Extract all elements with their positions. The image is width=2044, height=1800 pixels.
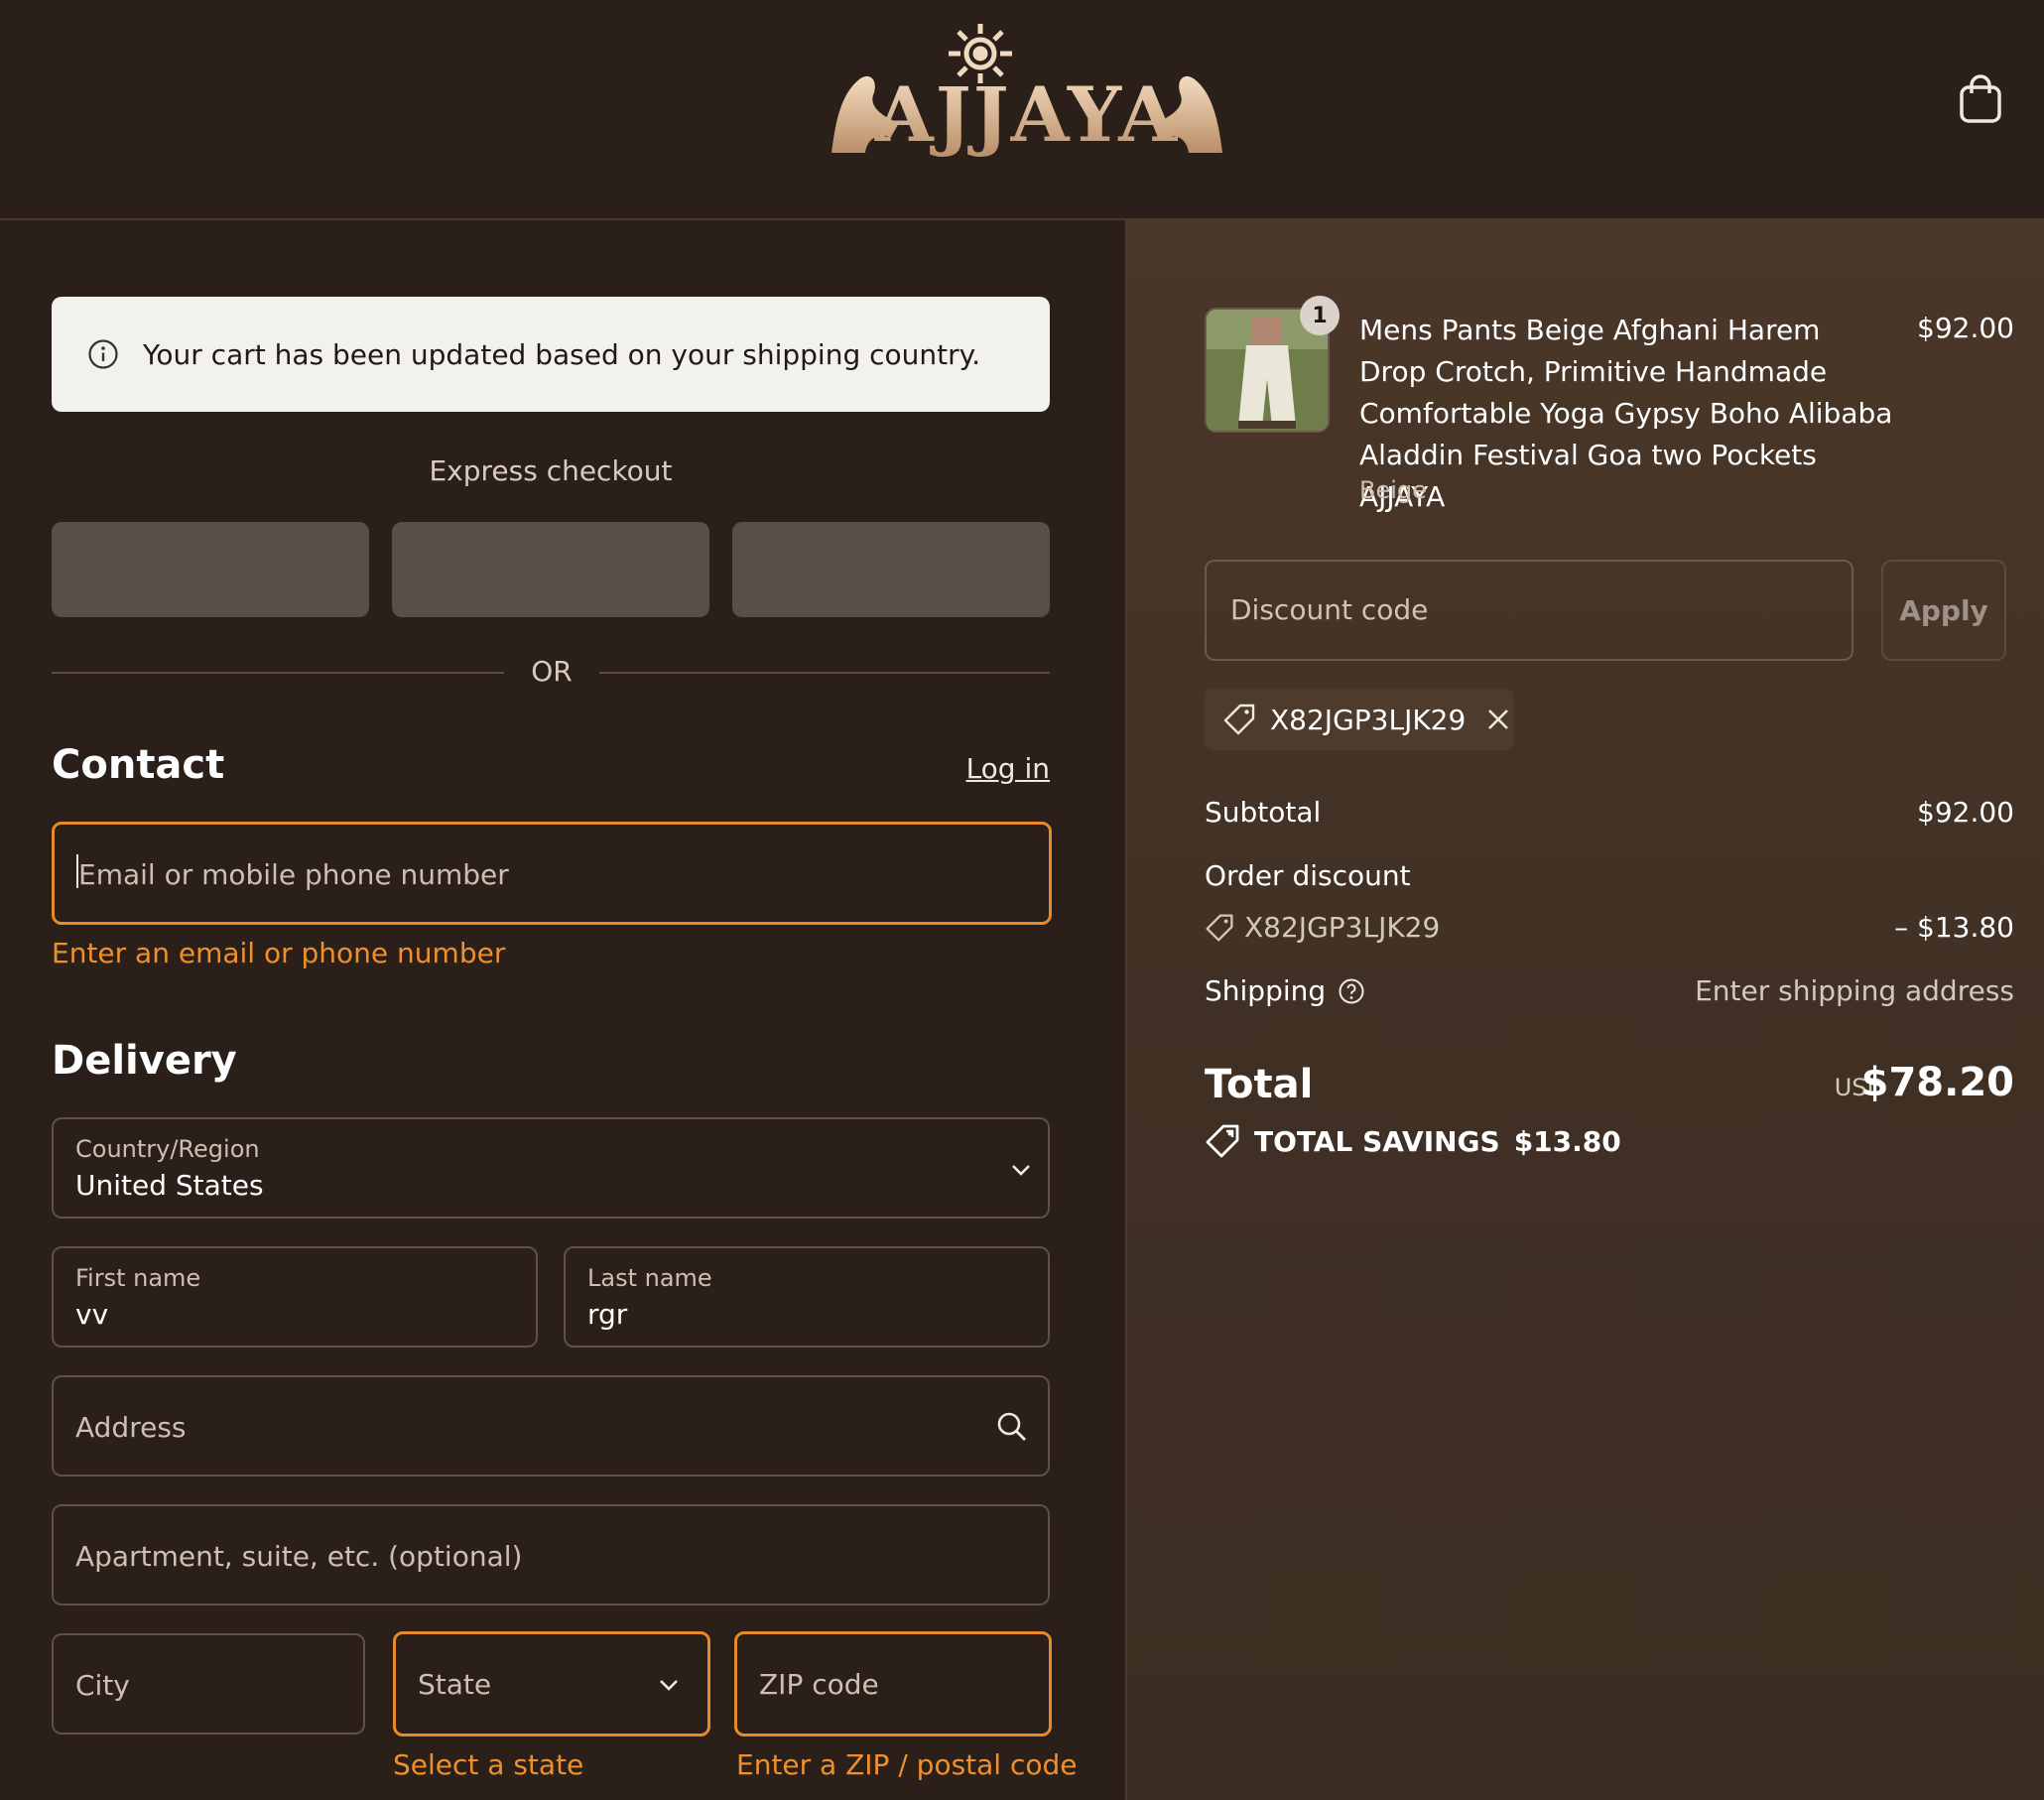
zip-error: Enter a ZIP / postal code [736, 1748, 1078, 1781]
total-label: Total [1205, 1062, 1314, 1107]
order-discount-code: X82JGP3LJK29 [1244, 911, 1441, 944]
divider-right [599, 672, 1050, 674]
savings-label: TOTAL SAVINGS [1254, 1124, 1500, 1158]
shipping-row: Shipping [1205, 974, 1365, 1007]
brand-logo[interactable]: AJJAYA [814, 14, 1240, 183]
last-name-label: Last name [587, 1264, 712, 1292]
email-placeholder: Email or mobile phone number [78, 858, 509, 891]
first-name-label: First name [75, 1264, 201, 1292]
site-header: AJJAYA [0, 0, 2044, 220]
help-icon[interactable] [1338, 977, 1365, 1005]
banner-text: Your cart has been updated based on your… [143, 337, 981, 371]
zip-field[interactable]: ZIP code [734, 1631, 1052, 1736]
address-placeholder: Address [75, 1411, 187, 1444]
first-name-value: vv [75, 1298, 109, 1331]
email-error: Enter an email or phone number [52, 937, 506, 969]
total-amount: $78.20 [1860, 1060, 2014, 1105]
or-separator: OR [531, 655, 573, 688]
discount-code-input[interactable]: Discount code [1205, 560, 1853, 661]
login-link[interactable]: Log in [923, 752, 1050, 785]
delivery-heading: Delivery [52, 1038, 237, 1084]
product-variant: Beige [1359, 476, 1427, 504]
applied-code-text: X82JGP3LJK29 [1270, 703, 1467, 736]
shipping-value: Enter shipping address [1695, 974, 2014, 1007]
order-summary-column: 1 Mens Pants Beige Afghani Harem Drop Cr… [1125, 220, 2044, 1800]
shopping-bag-icon[interactable] [1957, 73, 2004, 125]
subtotal-label: Subtotal [1205, 796, 1322, 829]
first-name-field[interactable]: First name vv [52, 1246, 538, 1348]
state-placeholder: State [418, 1668, 492, 1701]
state-error: Select a state [393, 1748, 584, 1781]
express-pay-button-1[interactable] [52, 522, 369, 617]
svg-text:AJJAYA: AJJAYA [874, 70, 1179, 159]
order-discount-label: Order discount [1205, 859, 1411, 892]
search-icon[interactable] [996, 1411, 1028, 1443]
order-discount-code-row: X82JGP3LJK29 [1205, 911, 1440, 944]
email-field[interactable]: Email or mobile phone number [52, 822, 1052, 925]
tag-icon [1206, 914, 1233, 941]
subtotal-value: $92.00 [1917, 796, 2014, 829]
apply-button[interactable]: Apply [1881, 560, 2006, 661]
country-value: United States [75, 1169, 264, 1202]
product-price: $92.00 [1917, 312, 2014, 344]
city-field[interactable]: City [52, 1633, 365, 1735]
chevron-down-icon [1012, 1165, 1030, 1176]
checkout-form-column: Your cart has been updated based on your… [0, 220, 1125, 1800]
tag-icon [1223, 704, 1255, 735]
info-icon [88, 339, 118, 369]
address-field[interactable]: Address [52, 1375, 1050, 1477]
express-checkout-label: Express checkout [429, 454, 673, 487]
total-savings: TOTAL SAVINGS $13.80 [1205, 1123, 1621, 1159]
savings-amount: $13.80 [1513, 1124, 1621, 1158]
cart-updated-banner: Your cart has been updated based on your… [52, 297, 1050, 412]
tag-icon [1206, 1124, 1239, 1158]
last-name-value: rgr [587, 1298, 628, 1331]
apartment-field[interactable]: Apartment, suite, etc. (optional) [52, 1504, 1050, 1606]
zip-placeholder: ZIP code [759, 1668, 879, 1701]
chevron-down-icon [660, 1680, 678, 1691]
discount-placeholder: Discount code [1230, 593, 1429, 626]
state-select[interactable]: State [393, 1631, 710, 1736]
contact-heading: Contact [52, 742, 225, 788]
city-placeholder: City [75, 1669, 130, 1702]
country-label: Country/Region [75, 1135, 260, 1163]
country-select[interactable]: Country/Region United States [52, 1117, 1050, 1219]
order-discount-value: – $13.80 [1894, 911, 2014, 944]
apartment-placeholder: Apartment, suite, etc. (optional) [75, 1540, 523, 1573]
product-title: Mens Pants Beige Afghani Harem Drop Crot… [1359, 314, 1893, 513]
applied-discount-chip: X82JGP3LJK29 [1205, 689, 1514, 750]
quantity-badge: 1 [1300, 296, 1340, 335]
last-name-field[interactable]: Last name rgr [564, 1246, 1050, 1348]
express-pay-button-2[interactable] [392, 522, 709, 617]
shipping-label: Shipping [1205, 974, 1327, 1007]
divider-left [52, 672, 504, 674]
express-pay-button-3[interactable] [732, 522, 1050, 617]
close-icon[interactable] [1485, 707, 1511, 732]
